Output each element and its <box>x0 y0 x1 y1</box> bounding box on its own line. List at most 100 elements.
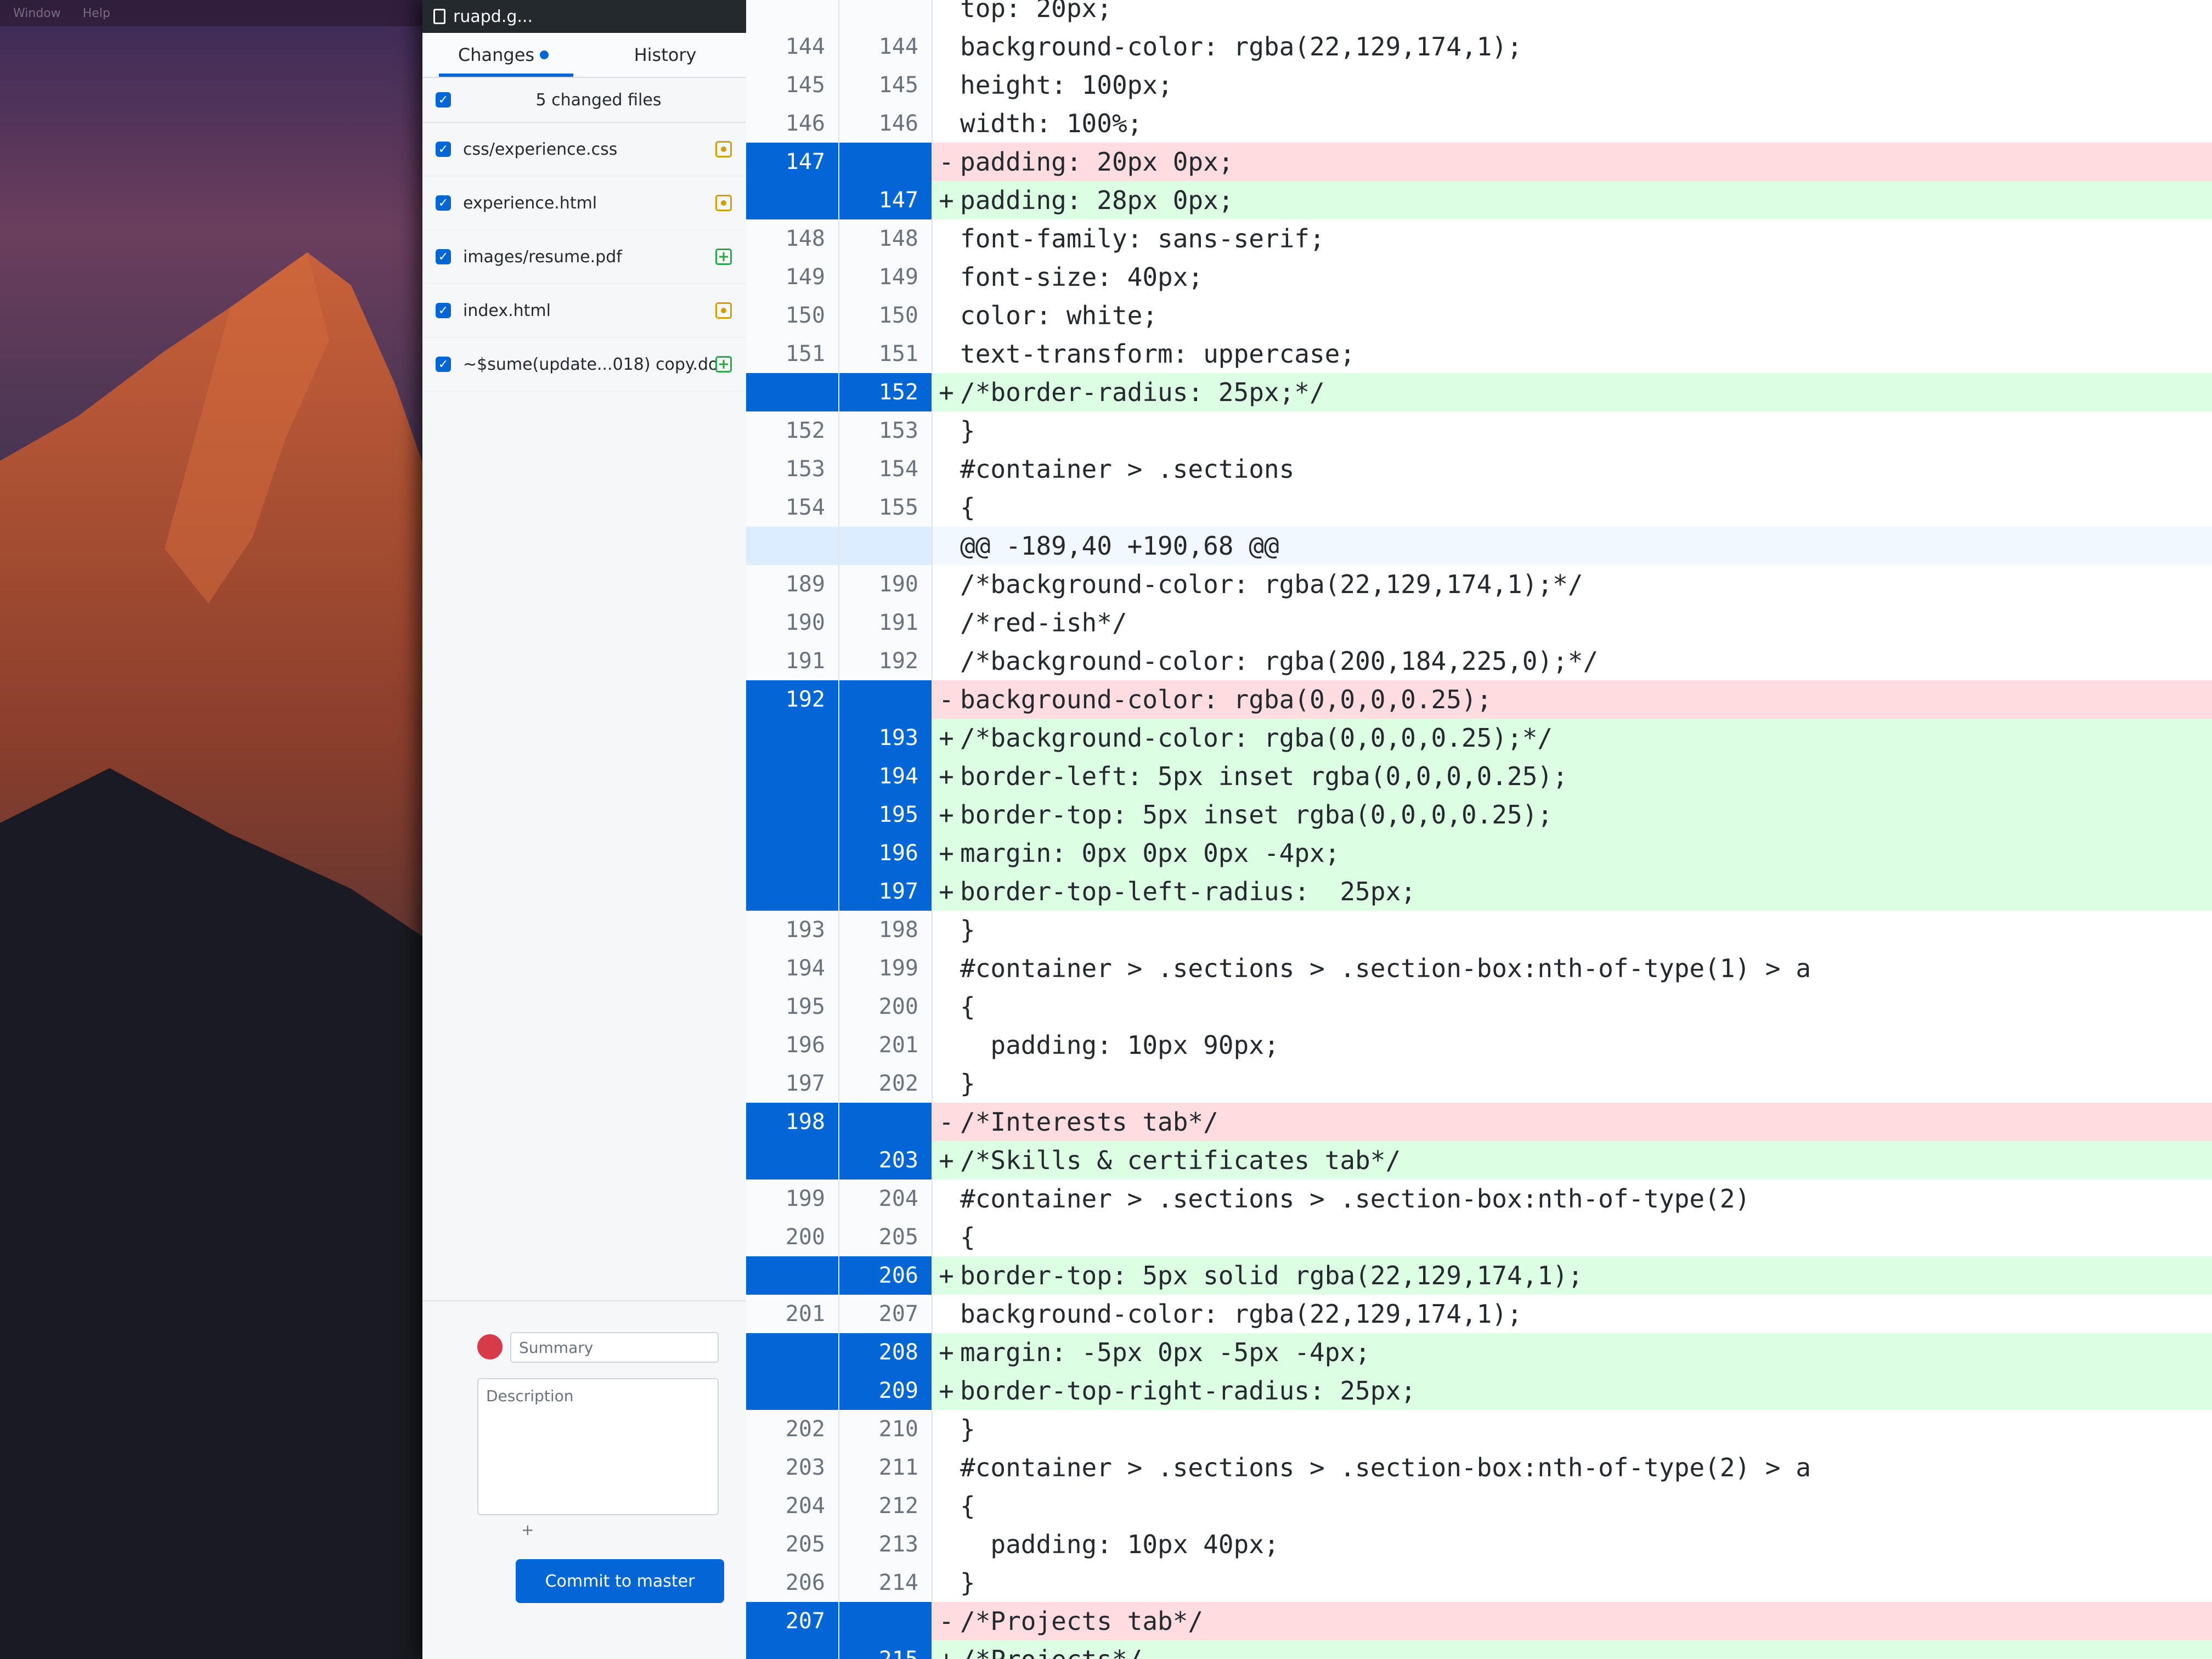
diff-line-context[interactable]: 191 192 /*background-color: rgba(200,184,2… <box>746 642 2212 680</box>
diff-code-text: font-size: 40px; <box>960 262 1204 292</box>
new-line-number: 210 <box>839 1410 933 1448</box>
old-line-number: 199 <box>746 1180 839 1218</box>
diff-line-added[interactable]: 206 + border-top: 5px solid rgba(22,129,17… <box>746 1256 2212 1295</box>
diff-line-added[interactable]: 152 +/*border-radius: 25px;*/ <box>746 373 2212 411</box>
old-line-number <box>746 1333 839 1372</box>
new-line-number <box>839 527 933 565</box>
old-line-number: 205 <box>746 1525 839 1564</box>
commit-button[interactable]: Commit to master <box>516 1559 724 1603</box>
old-line-number <box>746 1141 839 1180</box>
diff-line-context[interactable]: 148 148 font-family: sans-serif; <box>746 219 2212 258</box>
diff-code-text: } <box>960 915 975 945</box>
old-line-number: 151 <box>746 335 839 373</box>
diff-line-context[interactable]: 195 200 { <box>746 988 2212 1026</box>
diff-line-added[interactable]: 209 + border-top-right-radius: 25px; <box>746 1372 2212 1410</box>
diff-code-text: /*background-color: rgba(22,129,174,1);*… <box>960 569 1583 599</box>
diff-line-context[interactable]: 152 153} <box>746 411 2212 450</box>
diff-line-context[interactable]: 144 144 background-color: rgba(22,129,174,… <box>746 27 2212 66</box>
file-path: experience.html <box>463 193 597 213</box>
diff-line-added[interactable]: 203 +/*Skills & certificates tab*/ <box>746 1141 2212 1180</box>
diff-line-removed[interactable]: 147 - padding: 20px 0px; <box>746 143 2212 181</box>
diff-marker: + <box>939 1261 954 1290</box>
diff-line-context[interactable]: 206 214} <box>746 1564 2212 1602</box>
diff-line-context[interactable]: 193 198} <box>746 911 2212 949</box>
diff-line-context[interactable]: 203 211 #container > .sections > .section-… <box>746 1448 2212 1487</box>
diff-line-context[interactable]: 196 201 padding: 10px 90px; <box>746 1026 2212 1064</box>
sidebar-tabs: Changes History <box>422 33 746 78</box>
repository-icon <box>433 9 445 24</box>
diff-line-added[interactable]: 147 + padding: 28px 0px; <box>746 181 2212 219</box>
file-include-checkbox[interactable]: ✓ <box>436 357 451 372</box>
diff-line-added[interactable]: 208 + margin: -5px 0px -5px -4px; <box>746 1333 2212 1372</box>
diff-line-context[interactable]: 149 149 font-size: 40px; <box>746 258 2212 296</box>
new-line-number <box>839 680 933 719</box>
diff-line-context[interactable]: top: 20px; <box>746 0 2212 27</box>
commit-summary-input[interactable]: Summary <box>510 1332 719 1363</box>
diff-line-removed[interactable]: 192 - background-color: rgba(0,0,0,0.25); <box>746 680 2212 719</box>
changed-file-row[interactable]: ✓ images/resume.pdf + <box>422 230 746 284</box>
file-include-checkbox[interactable]: ✓ <box>436 249 451 264</box>
diff-line-removed[interactable]: 198 -/*Interests tab*/ <box>746 1103 2212 1141</box>
diff-line-context[interactable]: 197 202} <box>746 1064 2212 1103</box>
tab-changes[interactable]: Changes <box>422 33 584 77</box>
diff-code-text: } <box>960 1414 975 1444</box>
changed-file-row[interactable]: ✓ css/experience.css <box>422 123 746 177</box>
diff-code-text: #container > .sections <box>960 454 1295 484</box>
diff-line-removed[interactable]: 207 -/*Projects tab*/ <box>746 1602 2212 1640</box>
changed-file-row[interactable]: ✓ experience.html <box>422 177 746 230</box>
menu-item-help[interactable]: Help <box>83 7 110 20</box>
diff-line-context[interactable]: 201 207 background-color: rgba(22,129,174,… <box>746 1295 2212 1333</box>
new-line-number: 195 <box>839 795 933 834</box>
diff-hunk-header[interactable]: @@ -189,40 +190,68 @@ <box>746 527 2212 565</box>
tab-history[interactable]: History <box>584 33 746 77</box>
diff-line-context[interactable]: 151 151 text-transform: uppercase; <box>746 335 2212 373</box>
new-line-number: 211 <box>839 1448 933 1487</box>
diff-code-text: font-family: sans-serif; <box>960 224 1325 253</box>
file-include-checkbox[interactable]: ✓ <box>436 195 451 211</box>
diff-code-text: padding: 10px 40px; <box>960 1530 1279 1559</box>
diff-code-text: /*Projects*/ <box>960 1645 1142 1659</box>
new-line-number: 201 <box>839 1026 933 1064</box>
diff-line-context[interactable]: 153 154 #container > .sections <box>746 450 2212 488</box>
diff-line-context[interactable]: 205 213 padding: 10px 40px; <box>746 1525 2212 1564</box>
repository-titlebar[interactable]: ruapd.g... <box>422 0 757 33</box>
old-line-number <box>746 834 839 872</box>
diff-marker: + <box>939 723 954 753</box>
diff-line-context[interactable]: 194 199 #container > .sections > .section-… <box>746 949 2212 988</box>
diff-line-context[interactable]: 154 155 { <box>746 488 2212 527</box>
menu-item-window[interactable]: Window <box>13 7 61 20</box>
diff-line-added[interactable]: 193 +/*background-color: rgba(0,0,0,0.25)… <box>746 719 2212 757</box>
commit-panel: Summary Description + Commit to master <box>422 1300 746 1659</box>
changed-file-row[interactable]: ✓ ~$sume(update...018) copy.docx + <box>422 338 746 392</box>
diff-line-added[interactable]: 197 + border-top-left-radius: 25px; <box>746 872 2212 911</box>
new-line-number: 146 <box>839 104 933 143</box>
diff-marker: + <box>939 838 954 868</box>
diff-marker: - <box>939 147 954 177</box>
diff-line-context[interactable]: 146 146 width: 100%; <box>746 104 2212 143</box>
commit-description-input[interactable]: Description <box>477 1378 719 1515</box>
file-include-checkbox[interactable]: ✓ <box>436 303 451 318</box>
select-all-checkbox[interactable]: ✓ <box>436 92 451 108</box>
diff-line-context[interactable]: 202 210} <box>746 1410 2212 1448</box>
changed-file-row[interactable]: ✓ index.html <box>422 284 746 338</box>
diff-marker: + <box>939 1338 954 1367</box>
diff-line-context[interactable]: 200 205 { <box>746 1218 2212 1256</box>
diff-line-added[interactable]: 194 + border-left: 5px inset rgba(0,0,0,0.… <box>746 757 2212 795</box>
new-line-number <box>839 1103 933 1141</box>
add-coauthor-icon[interactable]: + <box>521 1521 534 1539</box>
diff-line-added[interactable]: 195 + border-top: 5px inset rgba(0,0,0,0.2… <box>746 795 2212 834</box>
diff-line-context[interactable]: 150 150 color: white; <box>746 296 2212 335</box>
diff-line-added[interactable]: 196 + margin: 0px 0px 0px -4px; <box>746 834 2212 872</box>
diff-code-text: /*Projects tab*/ <box>960 1606 1204 1636</box>
diff-code-text: } <box>960 1069 975 1098</box>
diff-line-context[interactable]: 190 191 /*red-ish*/ <box>746 603 2212 642</box>
diff-line-context[interactable]: 199 204 #container > .sections > .section-… <box>746 1180 2212 1218</box>
diff-line-context[interactable]: 204 212 { <box>746 1487 2212 1525</box>
diff-code-text: color: white; <box>960 301 1158 330</box>
file-include-checkbox[interactable]: ✓ <box>436 142 451 157</box>
diff-code-text: border-top: 5px solid rgba(22,129,174,1)… <box>960 1261 1583 1290</box>
diff-line-context[interactable]: 145 145 height: 100px; <box>746 66 2212 104</box>
old-line-number: 193 <box>746 911 839 949</box>
diff-line-added[interactable]: 215+/*Projects*/ <box>746 1640 2212 1659</box>
diff-line-context[interactable]: 189 190 /*background-color: rgba(22,129,17… <box>746 565 2212 603</box>
